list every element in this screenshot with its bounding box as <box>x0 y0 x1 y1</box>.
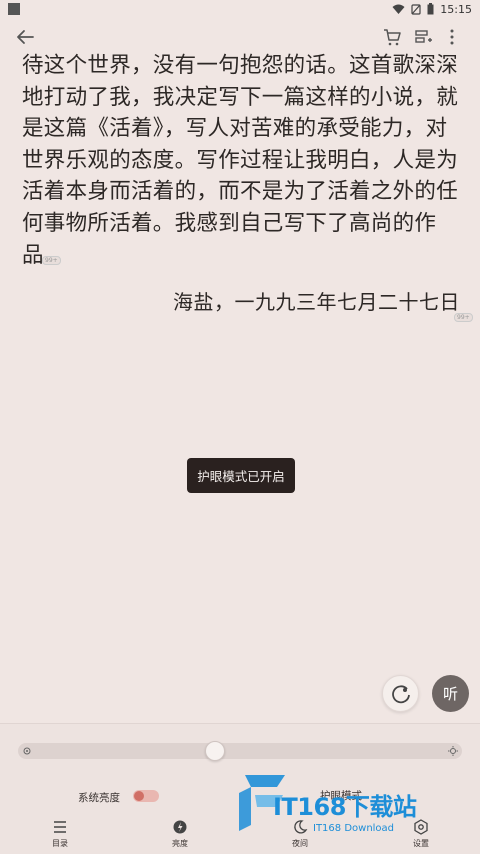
system-brightness-toggle[interactable] <box>133 790 159 802</box>
catalog-icon <box>54 821 66 833</box>
paragraph-comment-badge[interactable]: 99+ <box>454 313 473 322</box>
wifi-icon <box>392 4 405 14</box>
watermark-title: IT168下载站 <box>273 793 417 821</box>
no-sim-icon <box>411 3 421 15</box>
watermark-logo: IT168下载站 IT168 Download <box>233 765 473 835</box>
refresh-icon <box>391 684 410 703</box>
tab-catalog[interactable]: 目录 <box>30 816 90 854</box>
add-to-shelf-icon[interactable] <box>413 27 433 47</box>
status-time: 15:15 <box>440 2 472 16</box>
text-line: 品。 <box>22 242 66 268</box>
listen-button[interactable]: 听 <box>432 675 469 712</box>
text-line: 是这篇《活着》，写人对苦难的承受能力，对 <box>22 116 448 142</box>
reading-content: 待这个世界，没有一句抱怨的话。这首歌深深 地打动了我，我决定写下一篇这样的小说，… <box>22 50 466 271</box>
brightness-low-icon <box>23 747 31 755</box>
brightness-high-icon <box>448 746 458 756</box>
brightness-icon <box>173 820 187 834</box>
refresh-button[interactable] <box>382 675 419 712</box>
reader-toolbar <box>0 22 480 52</box>
tab-label: 目录 <box>52 839 68 848</box>
toast-message: 护眼模式已开启 <box>187 458 295 493</box>
more-vertical-icon[interactable] <box>444 27 460 47</box>
status-bar: 15:15 <box>0 0 480 18</box>
toggle-knob <box>134 791 144 801</box>
watermark-subtitle: IT168 Download <box>313 823 395 834</box>
text-line: 活着本身而活着的，而不是为了活着之外的任 <box>22 179 459 205</box>
slider-thumb[interactable] <box>205 741 225 761</box>
tab-label: 亮度 <box>172 839 188 848</box>
paragraph-comment-badge[interactable]: 99+ <box>42 256 61 265</box>
text-line: 世界乐观的态度。写作过程让我明白，人是为 <box>22 147 459 173</box>
tab-brightness[interactable]: 亮度 <box>150 816 210 854</box>
status-icons: 15:15 <box>392 3 472 16</box>
signature-line: 海盐，一九九三年七月二十七日 <box>173 290 460 314</box>
arrow-left-icon[interactable] <box>14 26 36 48</box>
text-line: 何事物所活着。我感到自己写下了高尚的作 <box>22 210 437 236</box>
battery-icon <box>427 3 434 15</box>
notification-icon <box>8 3 20 15</box>
tab-label: 设置 <box>413 839 429 848</box>
tab-label: 夜间 <box>292 839 308 848</box>
text-line: 地打动了我，我决定写下一篇这样的小说，就 <box>22 84 459 110</box>
system-brightness-label: 系统亮度 <box>78 792 120 804</box>
brightness-slider[interactable] <box>18 741 462 761</box>
text-line: 待这个世界，没有一句抱怨的话。这首歌深深 <box>22 53 459 78</box>
cart-icon[interactable] <box>382 27 402 47</box>
